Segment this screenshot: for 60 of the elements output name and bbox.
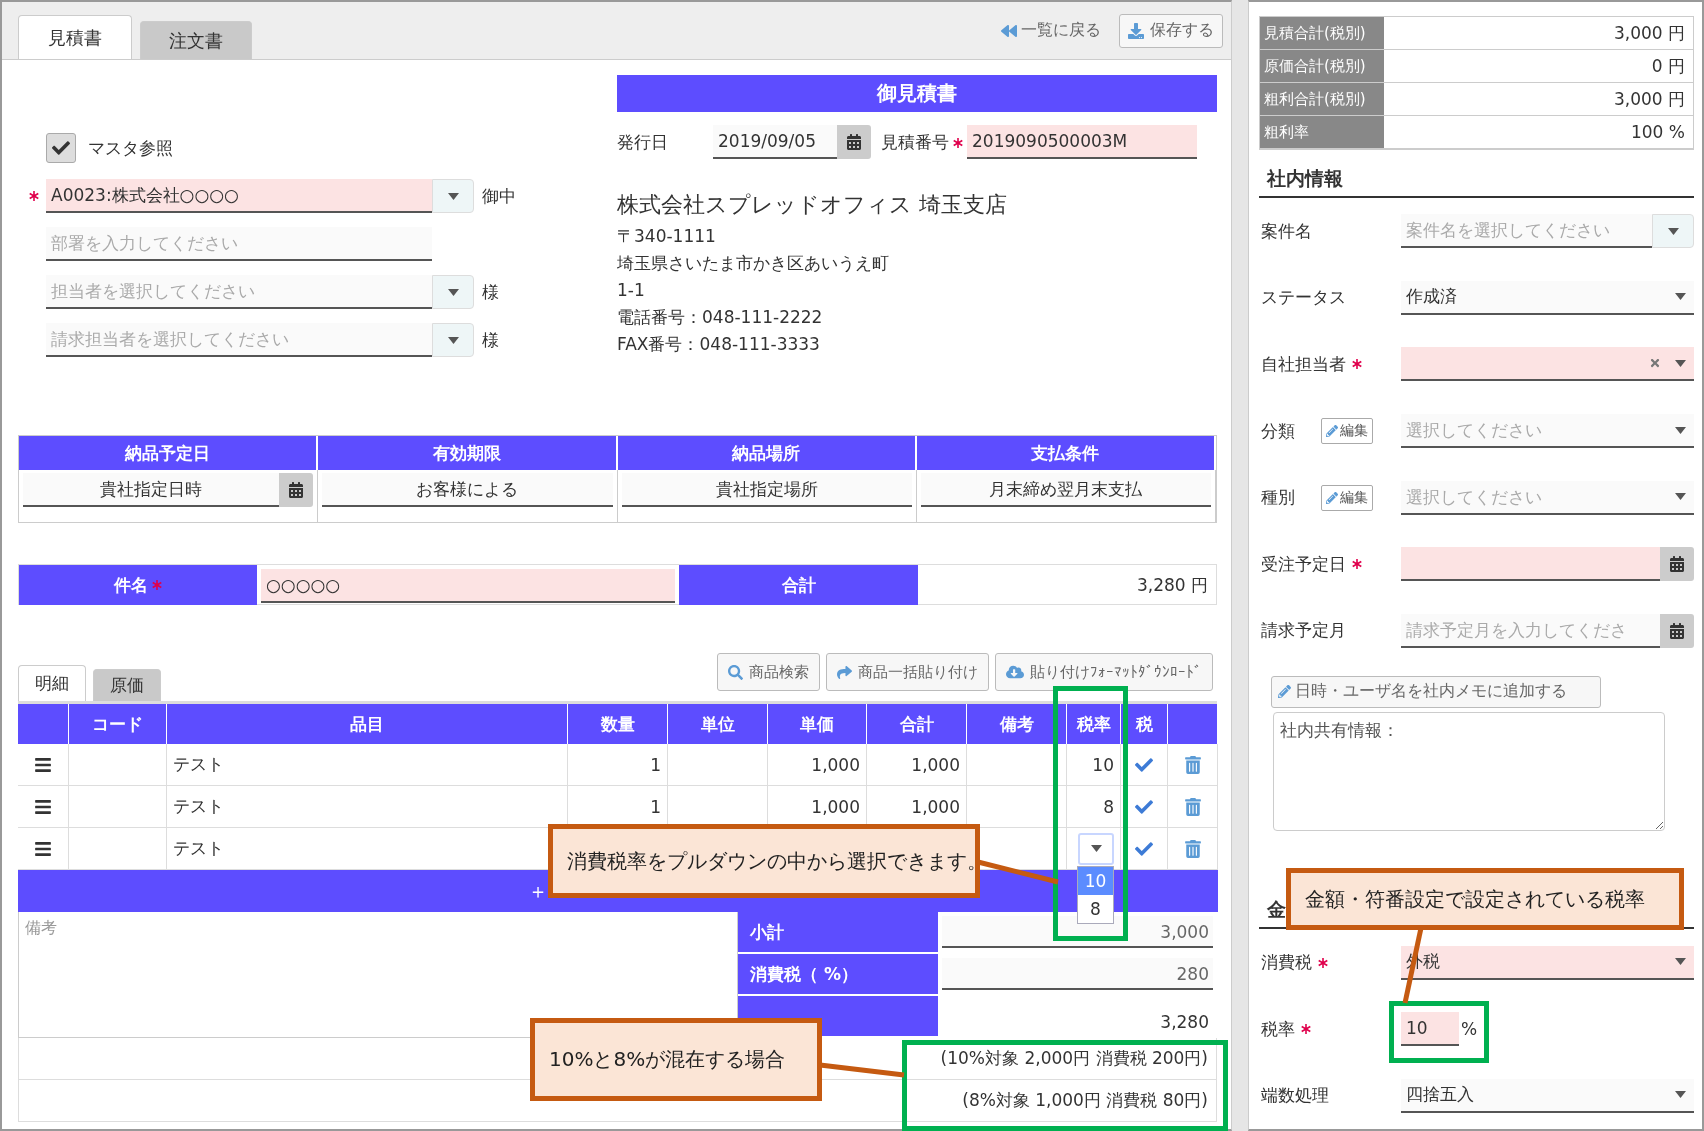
- checkbox-label: マスタ参照: [88, 136, 173, 160]
- column-header: 納品場所: [617, 436, 917, 470]
- address-line: 電話番号：048-111-2222: [617, 306, 824, 329]
- column-header: 数量: [568, 704, 668, 744]
- address-line: 〒340-1111: [617, 225, 717, 248]
- address-line: 1-1: [617, 279, 646, 302]
- callout-note: 消費税率をプルダウンの中から選択できます。: [548, 824, 980, 898]
- column-header: 品目: [167, 704, 568, 744]
- table-cell: 1: [568, 744, 668, 786]
- column-header: 有効期限: [318, 436, 618, 470]
- address-line: FAX番号：048-111-3333: [617, 333, 821, 356]
- document-title: 御見積書: [617, 75, 1217, 112]
- column-header: 税率: [1067, 704, 1121, 744]
- field-label: 税率: [1261, 1017, 1295, 1041]
- honorific-label: 様: [482, 280, 499, 304]
- field-label: 見積番号: [881, 130, 949, 154]
- callout-note: 金額・符番設定で設定されている税率: [1286, 868, 1684, 930]
- table-cell: テスト: [167, 744, 568, 786]
- field-label: 請求予定月: [1261, 619, 1346, 643]
- summary-label: 見積合計(税別): [1260, 17, 1384, 50]
- column-header: 支払条件: [916, 436, 1216, 470]
- table-cell: 8: [1067, 786, 1121, 828]
- summary-label: 小計: [738, 912, 938, 954]
- field-label: 合計: [679, 565, 918, 605]
- field-label: 受注予定日: [1261, 552, 1346, 576]
- field-label: 件名: [114, 573, 148, 597]
- summary-value: 0 円: [1384, 50, 1693, 83]
- field-label: 消費税: [1261, 951, 1312, 975]
- field-label: 案件名: [1261, 219, 1312, 243]
- column-header: 納品予定日: [19, 436, 319, 470]
- field-label: 発行日: [617, 130, 669, 154]
- column-header: 単位: [668, 704, 768, 744]
- column-header: 合計: [867, 704, 967, 744]
- table-cell: 10: [1067, 744, 1121, 786]
- summary-label: 粗利率: [1260, 116, 1384, 149]
- summary-value: 3,000 円: [1384, 17, 1693, 50]
- field-label: 分類: [1261, 419, 1295, 443]
- summary-label: 原価合計(税別): [1260, 50, 1384, 83]
- honorific-label: 様: [482, 328, 499, 352]
- column-header: 備考: [967, 704, 1067, 744]
- amount-value: 3,280: [1159, 1011, 1210, 1034]
- column-header: コード: [69, 704, 167, 744]
- section-heading: 社内情報: [1259, 160, 1694, 198]
- summary-value: 3,000 円: [1384, 83, 1693, 116]
- honorific-label: 御中: [482, 184, 516, 208]
- total-value: 3,280 円: [1135, 573, 1209, 597]
- table-cell: 1,000: [867, 744, 967, 786]
- summary-label: 消費税（ %）: [738, 954, 938, 996]
- field-label: 種別: [1261, 486, 1295, 510]
- table-cell: 1,000: [768, 744, 867, 786]
- percent-label: %: [1461, 1019, 1478, 1040]
- callout-note: 10%と8%が混在する場合: [530, 1018, 822, 1101]
- summary-label: 粗利合計(税別): [1260, 83, 1384, 116]
- company-name: 株式会社スプレッドオフィス 埼玉支店: [617, 191, 1008, 219]
- column-header: 単価: [768, 704, 867, 744]
- field-label: 自社担当者: [1261, 353, 1346, 376]
- field-label: 端数処理: [1261, 1084, 1329, 1108]
- summary-value: 100 %: [1384, 116, 1693, 149]
- field-label: ステータス: [1261, 286, 1346, 310]
- address-line: 埼玉県さいたま市かき区あいうえ町: [617, 252, 890, 275]
